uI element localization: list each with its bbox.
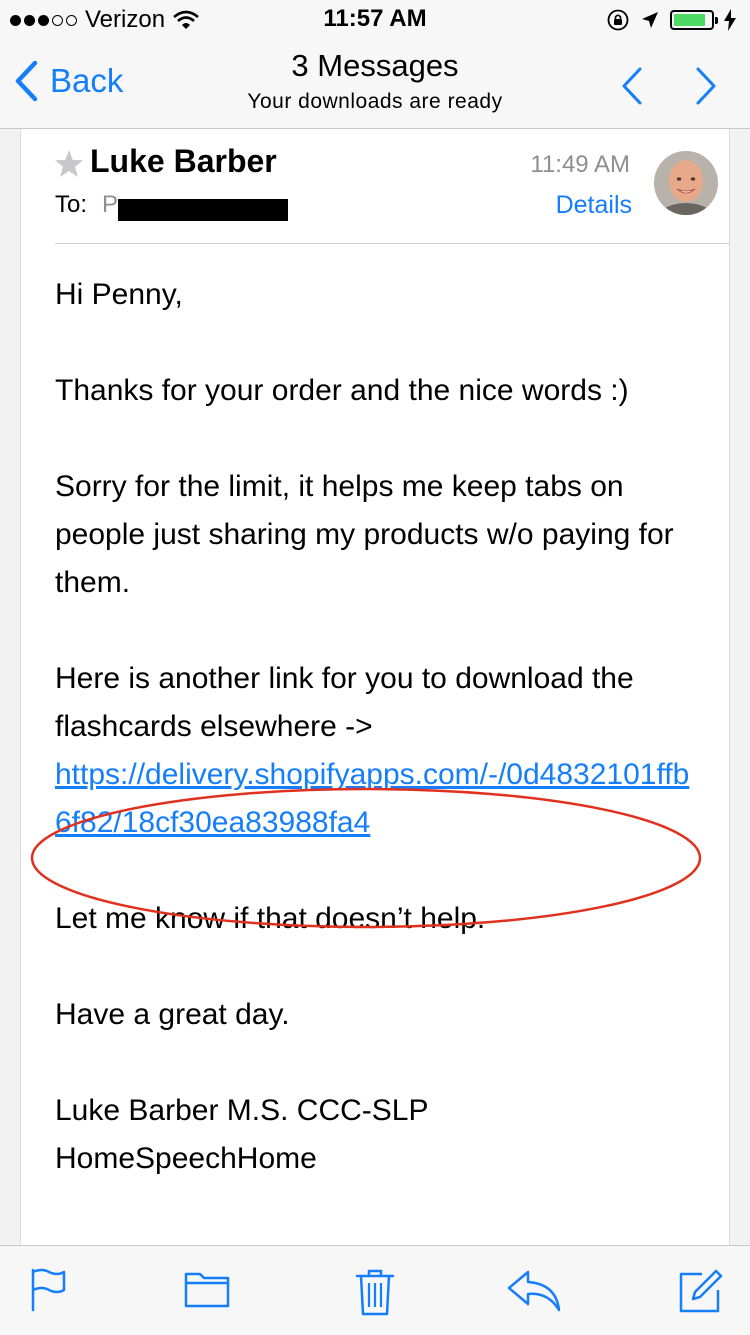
charging-bolt-icon — [724, 9, 736, 31]
sender-photo — [654, 151, 718, 215]
header-divider — [55, 243, 730, 244]
bottom-toolbar — [0, 1245, 750, 1335]
message-view[interactable]: Luke Barber To: P 11:49 AM Details Hi Pe… — [0, 129, 750, 1245]
body-paragraph: Thanks for your order and the nice words… — [55, 374, 629, 407]
previous-message-button[interactable] — [620, 66, 644, 111]
next-message-button[interactable] — [694, 66, 718, 111]
trash-button[interactable] — [355, 1268, 395, 1321]
link-paragraph: Here is another link for you to download… — [55, 655, 695, 847]
status-bar: Verizon 11:57 AM — [0, 0, 750, 40]
body-paragraph: Here is another link for you to download… — [55, 662, 634, 743]
chevron-down-icon — [696, 67, 716, 105]
signature-name: Luke Barber M.S. CCC-SLP — [55, 1094, 429, 1127]
orientation-lock-icon — [607, 9, 629, 31]
reply-icon — [507, 1270, 561, 1312]
recipient-name[interactable]: P — [102, 191, 118, 219]
body-paragraph: Have a great day. — [55, 998, 290, 1031]
flag-button[interactable] — [30, 1268, 68, 1317]
download-link[interactable]: https://delivery.shopifyapps.com/-/0d483… — [55, 758, 689, 839]
compose-icon — [679, 1269, 723, 1313]
avatar[interactable] — [654, 151, 718, 215]
body-paragraph: Let me know if that doesn’t help. — [55, 902, 486, 935]
flag-icon — [31, 1268, 66, 1312]
stacked-message-edge — [0, 129, 21, 1245]
greeting-text: Hi Penny, — [55, 278, 183, 311]
message-time: 11:49 AM — [530, 151, 630, 178]
move-to-folder-button[interactable] — [184, 1268, 230, 1313]
sender-name[interactable]: Luke Barber — [90, 143, 277, 180]
stacked-message-edge — [729, 129, 750, 1245]
message-body: Hi Penny, Thanks for your order and the … — [55, 271, 695, 1183]
chevron-up-icon — [622, 67, 642, 105]
location-arrow-icon — [642, 12, 658, 28]
trash-icon — [355, 1269, 395, 1316]
folder-icon — [184, 1272, 230, 1308]
body-paragraph: Sorry for the limit, it helps me keep ta… — [55, 470, 674, 599]
recipient-label: To: — [55, 191, 88, 218]
battery-icon — [670, 10, 718, 30]
signature: Luke Barber M.S. CCC-SLP HomeSpeechHome — [55, 1087, 695, 1183]
redaction-bar — [118, 199, 288, 221]
star-icon[interactable] — [54, 149, 84, 179]
reply-button[interactable] — [506, 1268, 562, 1317]
battery-level — [674, 14, 705, 26]
signature-company: HomeSpeechHome — [55, 1142, 317, 1175]
details-link[interactable]: Details — [556, 191, 632, 220]
compose-button[interactable] — [678, 1268, 724, 1319]
status-right — [606, 8, 736, 32]
navigation-bar: Back 3 Messages Your downloads are ready — [0, 40, 750, 129]
